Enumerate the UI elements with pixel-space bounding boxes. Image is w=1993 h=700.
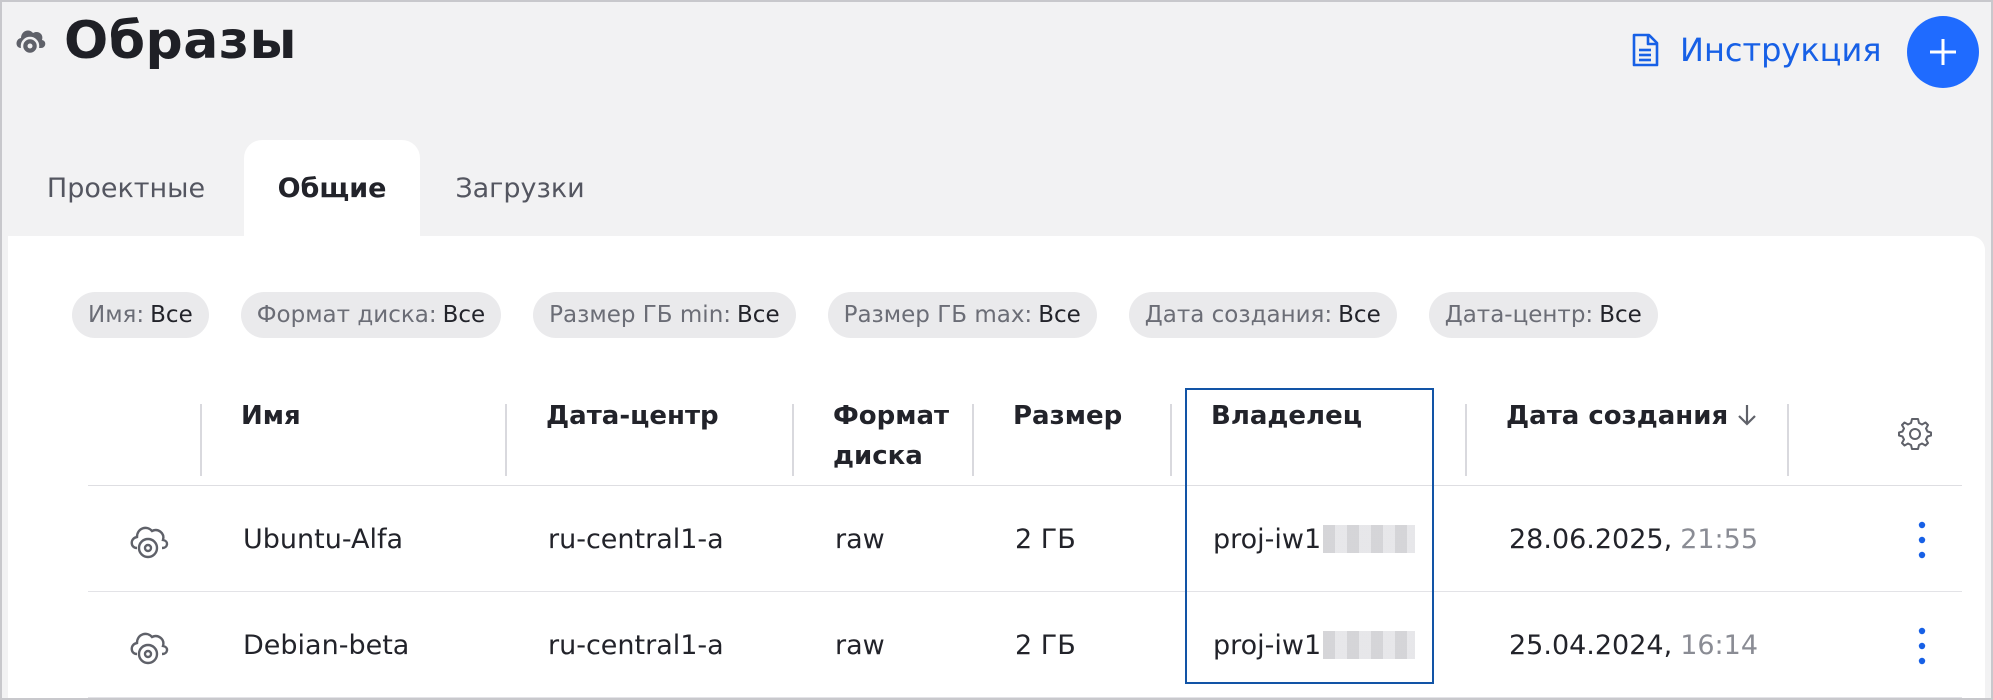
column-separator[interactable] [200, 404, 202, 476]
filter-value: Все [1599, 302, 1642, 328]
column-separator[interactable] [1170, 404, 1172, 476]
image-owner: proj-iw1 [1213, 486, 1416, 592]
plus-icon [1930, 39, 1956, 65]
gear-icon[interactable] [1898, 416, 1932, 450]
owner-id: proj-iw1 [1213, 629, 1322, 661]
filter-label: Дата-центр: [1444, 302, 1594, 328]
filter-value: Все [442, 302, 486, 328]
filter-label: Формат диска: [256, 302, 437, 328]
table-row[interactable]: Ubuntu-Alfa ru-central1-a raw 2 ГБ proj-… [88, 486, 1962, 592]
column-separator[interactable] [792, 404, 794, 476]
column-separator[interactable] [1465, 404, 1467, 476]
filter-label: Размер ГБ min: [549, 302, 732, 328]
disk-image-icon [16, 30, 46, 56]
owner-id: proj-iw1 [1213, 523, 1322, 555]
tab-public-images[interactable]: Общие [244, 140, 420, 236]
document-icon [1632, 33, 1659, 67]
filter-size-min[interactable]: Размер ГБ min: Все [533, 292, 796, 338]
instructions-link[interactable]: Инструкция [1630, 28, 1882, 72]
table-row[interactable]: Debian-beta ru-central1-a raw 2 ГБ proj-… [88, 592, 1962, 698]
image-datacenter: ru-central1-a [548, 629, 724, 661]
image-owner: proj-iw1 [1213, 592, 1416, 698]
image-datacenter: ru-central1-a [548, 523, 724, 555]
column-separator[interactable] [972, 404, 974, 476]
column-header-disk-format[interactable]: Формат диска [833, 396, 949, 476]
filter-created-date[interactable]: Дата создания: Все [1128, 292, 1397, 338]
more-actions-icon[interactable] [1914, 626, 1930, 666]
tab-uploads[interactable]: Загрузки [420, 140, 620, 236]
image-size: 2 ГБ [1015, 629, 1076, 661]
filter-datacenter[interactable]: Дата-центр: Все [1428, 292, 1658, 338]
filter-name[interactable]: Имя: Все [72, 292, 209, 338]
column-header-label: Дата создания [1506, 401, 1729, 431]
filter-disk-format[interactable]: Формат диска: Все [240, 292, 502, 338]
column-header-name[interactable]: Имя [241, 396, 301, 436]
image-disk-format: raw [835, 629, 885, 661]
created-time: 16:14 [1680, 629, 1758, 661]
filter-size-max[interactable]: Размер ГБ max: Все [827, 292, 1097, 338]
image-disk-format: raw [835, 523, 885, 555]
column-header-size[interactable]: Размер [1013, 396, 1122, 436]
image-name: Ubuntu-Alfa [243, 523, 403, 555]
arrow-down-icon [1738, 405, 1756, 426]
more-actions-icon[interactable] [1914, 520, 1930, 560]
add-image-button[interactable] [1907, 16, 1979, 88]
column-header-line: Формат [833, 401, 950, 431]
filter-bar: Имя: Все Формат диска: Все Размер ГБ min… [72, 292, 1658, 338]
filter-label: Имя: [88, 302, 145, 328]
created-date: 25.04.2024, [1509, 629, 1673, 661]
column-header-line: диска [833, 441, 923, 471]
table-header: Имя Дата-центр Формат диска Размер Владе… [88, 376, 1962, 486]
image-name: Debian-beta [243, 629, 410, 661]
column-separator[interactable] [505, 404, 507, 476]
filter-label: Размер ГБ max: [843, 302, 1033, 328]
filter-value: Все [1338, 302, 1381, 328]
tab-project-images[interactable]: Проектные [8, 140, 244, 236]
image-created: 25.04.2024, 16:14 [1509, 592, 1758, 698]
filter-value: Все [737, 302, 780, 328]
created-time: 21:55 [1680, 523, 1758, 555]
image-tabs: Проектные Общие Загрузки [8, 140, 620, 236]
images-panel: Имя: Все Формат диска: Все Размер ГБ min… [8, 236, 1985, 700]
redacted-mask [1323, 631, 1416, 659]
image-size: 2 ГБ [1015, 523, 1076, 555]
images-table: Имя Дата-центр Формат диска Размер Владе… [88, 376, 1962, 698]
column-header-owner[interactable]: Владелец [1211, 396, 1362, 436]
column-header-datacenter[interactable]: Дата-центр [546, 396, 719, 436]
filter-value: Все [1038, 302, 1081, 328]
image-created: 28.06.2025, 21:55 [1509, 486, 1758, 592]
redacted-mask [1323, 525, 1416, 553]
disk-image-icon [130, 526, 169, 559]
disk-image-icon [130, 632, 169, 665]
column-separator[interactable] [1787, 404, 1789, 476]
filter-value: Все [150, 302, 193, 328]
page-title: Образы [64, 11, 298, 71]
column-header-created[interactable]: Дата создания [1506, 396, 1758, 436]
created-date: 28.06.2025, [1509, 523, 1673, 555]
filter-label: Дата создания: [1144, 302, 1333, 328]
page-header: Образы Инструкция [0, 0, 1993, 120]
instructions-label: Инструкция [1680, 31, 1882, 69]
